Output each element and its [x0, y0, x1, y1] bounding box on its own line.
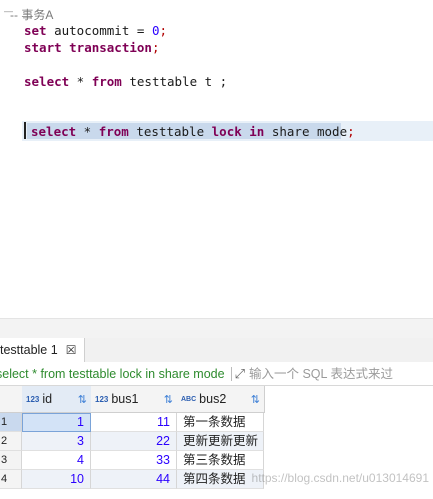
table-cell-id[interactable]: 1 [22, 413, 91, 432]
keyword: start transaction [24, 40, 152, 55]
code-line-1[interactable]: set autocommit = 0; [24, 22, 167, 39]
text-type-icon: ABC [181, 395, 197, 403]
table-cell-bus1[interactable]: 44 [91, 470, 177, 489]
row-number-header [0, 386, 23, 413]
table-cell-bus2[interactable]: 第三条数据 [177, 451, 264, 470]
divider [230, 366, 232, 381]
sort-filter-icon[interactable]: ⇅ [251, 393, 260, 406]
row-number[interactable]: 1 [0, 413, 22, 432]
table-cell-bus2[interactable]: 第四条数据 [177, 470, 264, 489]
table-cell-bus2[interactable]: 更新更新更新 [177, 432, 264, 451]
tab-testtable-1[interactable]: testtable 1 ☒ [0, 338, 86, 362]
table-cell-id[interactable]: 4 [22, 451, 91, 470]
text-caret [24, 122, 26, 139]
expand-icon[interactable]: ⤢ [235, 366, 245, 382]
code-text: * [69, 74, 92, 89]
code-line-2[interactable]: start transaction; [24, 39, 159, 56]
column-name: id [42, 392, 53, 406]
filter-input[interactable] [248, 366, 409, 381]
numeric-type-icon: 123 [95, 394, 109, 404]
keyword: set [24, 23, 47, 38]
column-header-bus1[interactable]: 123 bus1 ⇅ [91, 386, 178, 413]
code-line-3[interactable]: select * from testtable t ; [24, 73, 227, 90]
table-cell-bus1[interactable]: 22 [91, 432, 177, 451]
row-number[interactable]: 4 [0, 470, 22, 489]
keyword: from [98, 124, 129, 139]
code-text: testtable t ; [121, 74, 228, 89]
column-name: bus2 [199, 392, 227, 406]
row-number[interactable]: 2 [0, 432, 22, 451]
code-line-4[interactable]: select * from testtable lock in share mo… [31, 123, 355, 140]
sql-editor[interactable]: — -- 事务A set autocommit = 0; start trans… [0, 0, 433, 318]
table-cell-bus2[interactable]: 第一条数据 [177, 413, 264, 432]
code-text: testtable [128, 124, 212, 139]
table-cell-id[interactable]: 10 [22, 470, 91, 489]
code-text: * [76, 124, 99, 139]
semicolon: ; [151, 40, 160, 55]
keyword: select [31, 124, 77, 139]
column-name: bus1 [111, 392, 139, 406]
sort-filter-icon[interactable]: ⇅ [164, 393, 173, 406]
semicolon: ; [159, 23, 167, 38]
close-icon[interactable]: ☒ [66, 343, 77, 357]
executed-query-text: select * from testtable lock in share mo… [0, 366, 225, 381]
results-grid: 123 id ⇅ 123 bus1 ⇅ ABC bus2 ⇅ 1 1 11 第一… [0, 386, 433, 499]
panel-splitter[interactable] [0, 318, 433, 339]
keyword: from [91, 74, 122, 89]
table-cell-bus1[interactable]: 33 [91, 451, 177, 470]
sort-filter-icon[interactable]: ⇅ [78, 393, 87, 406]
table-cell-bus1[interactable]: 11 [91, 413, 177, 432]
tab-label: testtable 1 [0, 343, 58, 357]
column-header-id[interactable]: 123 id ⇅ [22, 386, 92, 413]
semicolon: ; [347, 124, 355, 139]
table-cell-id[interactable]: 3 [22, 432, 91, 451]
keyword: select [24, 74, 70, 89]
watermark: https://blog.csdn.net/u013014691 [251, 471, 429, 485]
results-tabbar: testtable 1 ☒ [0, 338, 433, 363]
column-header-bus2[interactable]: ABC bus2 ⇅ [177, 386, 265, 413]
row-number[interactable]: 3 [0, 451, 22, 470]
numeric-type-icon: 123 [26, 394, 40, 404]
filter-bar: select * from testtable lock in share mo… [0, 362, 433, 386]
code-text: share mode [264, 124, 348, 139]
code-text: autocommit = [46, 23, 152, 38]
keyword: lock in [211, 124, 265, 139]
